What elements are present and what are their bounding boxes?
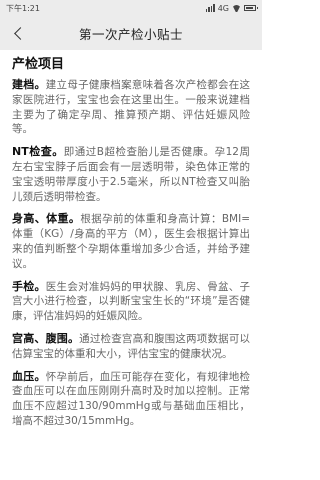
signal-icon [205, 4, 215, 12]
network-type: 4G [217, 3, 229, 13]
wifi-icon [232, 5, 241, 12]
item-text: 怀孕前后，血压可能存在变化，有规律地检查血压可以在血压刚刚升高时及时加以控制。正… [12, 370, 251, 427]
exam-item-registration: 建档。建立母子健康档案意味着各次产检都会在这家医院进行，宝宝也会在这里出生。一般… [12, 78, 250, 137]
status-icons: 4G [205, 3, 258, 13]
item-term: 血压。 [12, 369, 46, 383]
app-header: 第一次产检小贴士 [0, 16, 262, 50]
article-content: 产检项目 建档。建立母子健康档案意味着各次产检都会在这家医院进行，宝宝也会在这里… [0, 50, 262, 480]
exam-item-blood-pressure: 血压。怀孕前后，血压可能存在变化，有规律地检查血压可以在血压刚刚升高时及时加以控… [12, 370, 250, 429]
item-term: 宫高、腹围。 [12, 331, 80, 345]
item-term: 身高、体重。 [12, 212, 81, 226]
status-time: 下午1:21 [6, 3, 40, 13]
exam-item-physical-exam: 手检。医生会对准妈妈的甲状腺、乳房、骨盆、子宫大小进行检查，以判断宝宝生长的“环… [12, 280, 250, 324]
section-title: 产检项目 [12, 57, 65, 72]
item-term: 手检。 [12, 279, 46, 293]
chevron-left-icon [13, 26, 27, 40]
item-term: NT检查。 [12, 145, 64, 159]
back-button[interactable] [8, 23, 28, 43]
exam-item-fundal-height: 宫高、腹围。通过检查宫高和腹围这两项数据可以估算宝宝的体重和大小，评估宝宝的健康… [12, 332, 250, 362]
battery-icon [244, 5, 258, 11]
status-bar: 下午1:21 4G [0, 0, 262, 16]
item-text: 建立母子健康档案意味着各次产检都会在这家医院进行，宝宝也会在这里出生。一般来说建… [12, 79, 251, 136]
item-text: 医生会对准妈妈的甲状腺、乳房、骨盆、子宫大小进行检查，以判断宝宝生长的“环境”是… [12, 280, 251, 323]
exam-item-height-weight: 身高、体重。根据孕前的体重和身高计算：BMI=体重（KG）/身高的平方（M），医… [12, 212, 250, 271]
item-term: 建档。 [12, 78, 46, 91]
exam-item-nt-scan: NT检查。即通过B超检查胎儿是否健康。孕12周左右宝宝脖子后面会有一层透明带，染… [12, 145, 250, 204]
page-title: 第一次产检小贴士 [78, 26, 183, 42]
